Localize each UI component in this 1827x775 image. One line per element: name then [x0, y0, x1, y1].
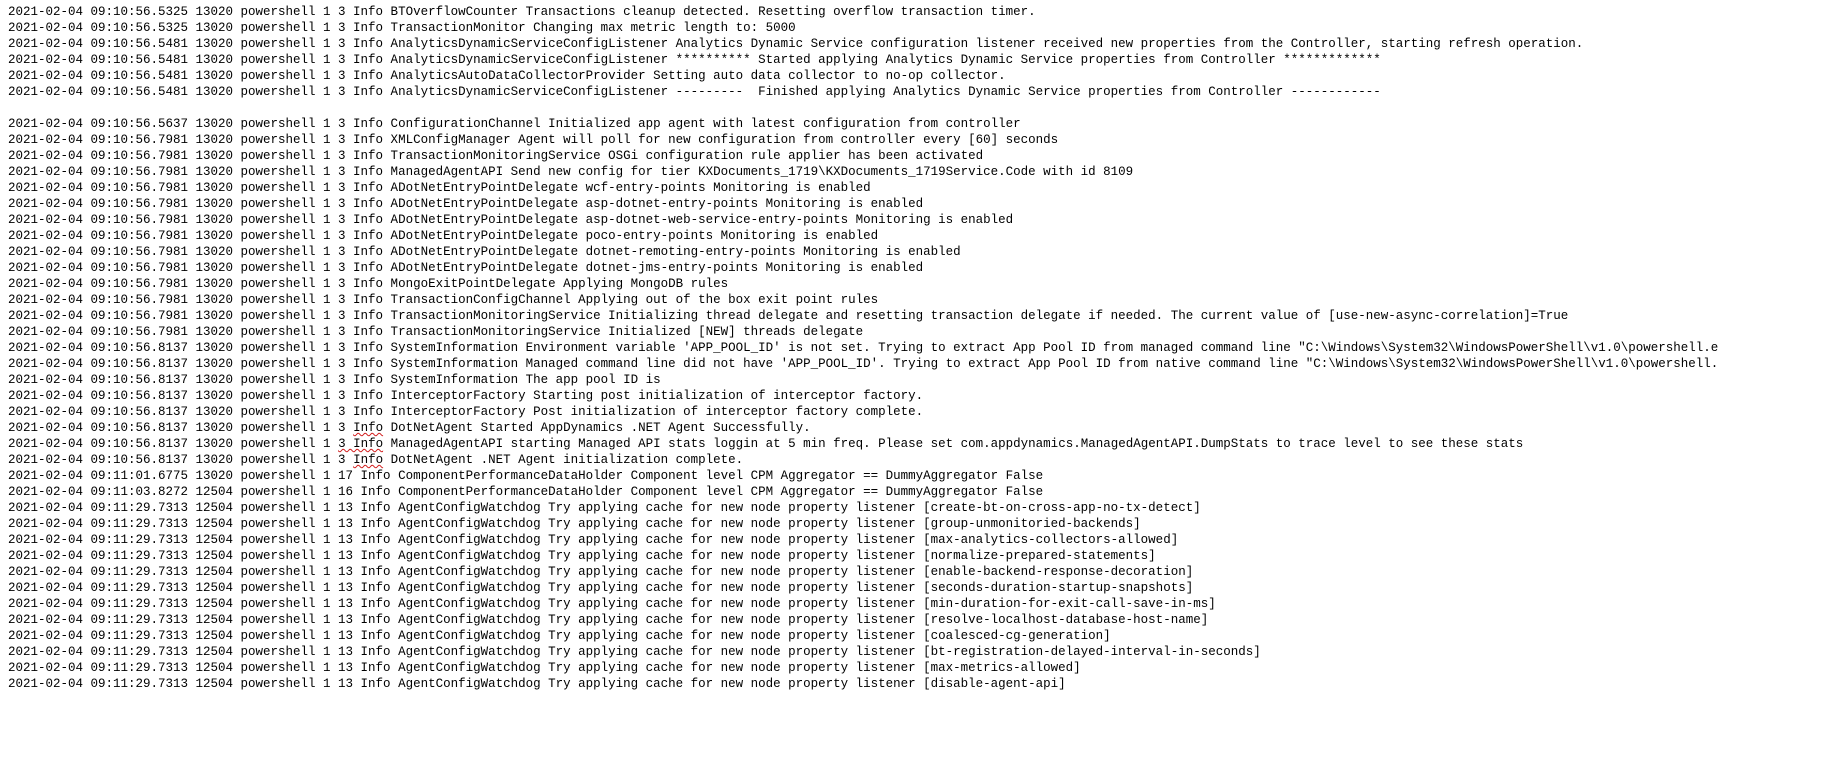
log-line: 2021-02-04 09:10:56.8137 13020 powershel…: [8, 340, 1819, 356]
log-text: 2021-02-04 09:10:56.5481 13020 powershel…: [8, 69, 1006, 83]
log-text: 2021-02-04 09:11:03.8272 12504 powershel…: [8, 485, 1043, 499]
log-text: 2021-02-04 09:10:56.7981 13020 powershel…: [8, 261, 923, 275]
log-text: 2021-02-04 09:11:29.7313 12504 powershel…: [8, 501, 1201, 515]
log-line: 2021-02-04 09:10:56.5637 13020 powershel…: [8, 116, 1819, 132]
log-line: 2021-02-04 09:11:01.6775 13020 powershel…: [8, 468, 1819, 484]
log-line: 2021-02-04 09:10:56.7981 13020 powershel…: [8, 164, 1819, 180]
log-text: 2021-02-04 09:10:56.7981 13020 powershel…: [8, 133, 1058, 147]
log-line: 2021-02-04 09:10:56.8137 13020 powershel…: [8, 372, 1819, 388]
log-text: 2021-02-04 09:11:29.7313 12504 powershel…: [8, 533, 1178, 547]
log-text: ManagedAgentAPI starting Managed API sta…: [383, 437, 1523, 451]
log-line: 2021-02-04 09:10:56.8137 13020 powershel…: [8, 420, 1819, 436]
log-text: 2021-02-04 09:10:56.8137 13020 powershel…: [8, 421, 353, 435]
log-line: 2021-02-04 09:10:56.7981 13020 powershel…: [8, 180, 1819, 196]
log-text: 2021-02-04 09:11:29.7313 12504 powershel…: [8, 549, 1156, 563]
log-line: 2021-02-04 09:11:29.7313 12504 powershel…: [8, 644, 1819, 660]
log-line: 2021-02-04 09:11:29.7313 12504 powershel…: [8, 676, 1819, 692]
log-text: 2021-02-04 09:11:29.7313 12504 powershel…: [8, 581, 1193, 595]
log-line: 2021-02-04 09:11:29.7313 12504 powershel…: [8, 580, 1819, 596]
log-text: 2021-02-04 09:10:56.8137 13020 powershel…: [8, 373, 661, 387]
log-line: 2021-02-04 09:10:56.8137 13020 powershel…: [8, 452, 1819, 468]
log-line: 2021-02-04 09:11:29.7313 12504 powershel…: [8, 564, 1819, 580]
log-line: 2021-02-04 09:10:56.7981 13020 powershel…: [8, 276, 1819, 292]
log-line: 2021-02-04 09:10:56.7981 13020 powershel…: [8, 132, 1819, 148]
log-line: 2021-02-04 09:10:56.7981 13020 powershel…: [8, 196, 1819, 212]
log-text: 2021-02-04 09:11:29.7313 12504 powershel…: [8, 629, 1111, 643]
log-blank-line: [8, 100, 1819, 116]
spellcheck-squiggle: Info: [353, 421, 383, 435]
log-line: 2021-02-04 09:10:56.7981 13020 powershel…: [8, 148, 1819, 164]
log-line: 2021-02-04 09:11:29.7313 12504 powershel…: [8, 548, 1819, 564]
log-text: 2021-02-04 09:10:56.5325 13020 powershel…: [8, 5, 1036, 19]
log-text: 2021-02-04 09:10:56.7981 13020 powershel…: [8, 229, 878, 243]
log-text: 2021-02-04 09:10:56.5325 13020 powershel…: [8, 21, 796, 35]
log-text: 2021-02-04 09:11:29.7313 12504 powershel…: [8, 517, 1141, 531]
log-text: 2021-02-04 09:11:29.7313 12504 powershel…: [8, 597, 1216, 611]
log-line: 2021-02-04 09:10:56.5481 13020 powershel…: [8, 36, 1819, 52]
log-text: 2021-02-04 09:10:56.5637 13020 powershel…: [8, 117, 1021, 131]
log-line: 2021-02-04 09:11:29.7313 12504 powershel…: [8, 612, 1819, 628]
log-text: 2021-02-04 09:10:56.8137 13020 powershel…: [8, 453, 353, 467]
log-text: 2021-02-04 09:10:56.8137 13020 powershel…: [8, 437, 338, 451]
log-text: 2021-02-04 09:11:29.7313 12504 powershel…: [8, 565, 1193, 579]
spellcheck-squiggle: Info: [353, 453, 383, 467]
log-line: 2021-02-04 09:11:29.7313 12504 powershel…: [8, 516, 1819, 532]
log-text: 2021-02-04 09:10:56.7981 13020 powershel…: [8, 197, 923, 211]
log-text: 2021-02-04 09:10:56.7981 13020 powershel…: [8, 245, 961, 259]
log-text: 2021-02-04 09:10:56.5481 13020 powershel…: [8, 37, 1583, 51]
log-line: 2021-02-04 09:10:56.8137 13020 powershel…: [8, 436, 1819, 452]
log-text: 2021-02-04 09:11:01.6775 13020 powershel…: [8, 469, 1043, 483]
log-text: 2021-02-04 09:10:56.7981 13020 powershel…: [8, 277, 728, 291]
log-line: 2021-02-04 09:11:29.7313 12504 powershel…: [8, 500, 1819, 516]
log-text: 2021-02-04 09:10:56.5481 13020 powershel…: [8, 85, 1381, 99]
log-line: 2021-02-04 09:11:29.7313 12504 powershel…: [8, 596, 1819, 612]
log-line: 2021-02-04 09:10:56.5481 13020 powershel…: [8, 52, 1819, 68]
log-line: 2021-02-04 09:10:56.7981 13020 powershel…: [8, 324, 1819, 340]
log-line: 2021-02-04 09:10:56.8137 13020 powershel…: [8, 388, 1819, 404]
log-line: 2021-02-04 09:10:56.7981 13020 powershel…: [8, 212, 1819, 228]
log-line: 2021-02-04 09:10:56.5325 13020 powershel…: [8, 4, 1819, 20]
log-text: 2021-02-04 09:10:56.7981 13020 powershel…: [8, 293, 878, 307]
log-text: DotNetAgent Started AppDynamics .NET Age…: [383, 421, 811, 435]
log-text: 2021-02-04 09:10:56.7981 13020 powershel…: [8, 181, 871, 195]
log-line: 2021-02-04 09:11:29.7313 12504 powershel…: [8, 532, 1819, 548]
log-text: 2021-02-04 09:10:56.7981 13020 powershel…: [8, 213, 1013, 227]
log-line: 2021-02-04 09:10:56.5481 13020 powershel…: [8, 68, 1819, 84]
log-text: 2021-02-04 09:11:29.7313 12504 powershel…: [8, 613, 1208, 627]
log-line: 2021-02-04 09:10:56.7981 13020 powershel…: [8, 308, 1819, 324]
log-line: 2021-02-04 09:10:56.7981 13020 powershel…: [8, 292, 1819, 308]
log-line: 2021-02-04 09:10:56.5481 13020 powershel…: [8, 84, 1819, 100]
log-line: 2021-02-04 09:11:29.7313 12504 powershel…: [8, 660, 1819, 676]
log-text: 2021-02-04 09:10:56.8137 13020 powershel…: [8, 405, 923, 419]
log-text: 2021-02-04 09:10:56.7981 13020 powershel…: [8, 309, 1568, 323]
log-line: 2021-02-04 09:10:56.7981 13020 powershel…: [8, 244, 1819, 260]
log-line: 2021-02-04 09:10:56.5325 13020 powershel…: [8, 20, 1819, 36]
log-line: 2021-02-04 09:10:56.8137 13020 powershel…: [8, 404, 1819, 420]
log-line: 2021-02-04 09:10:56.7981 13020 powershel…: [8, 228, 1819, 244]
log-text: 2021-02-04 09:10:56.8137 13020 powershel…: [8, 357, 1718, 371]
log-text: 2021-02-04 09:10:56.8137 13020 powershel…: [8, 341, 1718, 355]
log-text: 2021-02-04 09:10:56.7981 13020 powershel…: [8, 149, 983, 163]
log-text: 2021-02-04 09:10:56.5481 13020 powershel…: [8, 53, 1381, 67]
log-line: 2021-02-04 09:11:29.7313 12504 powershel…: [8, 628, 1819, 644]
log-text: 2021-02-04 09:10:56.7981 13020 powershel…: [8, 325, 863, 339]
log-text: 2021-02-04 09:11:29.7313 12504 powershel…: [8, 677, 1066, 691]
log-text: 2021-02-04 09:11:29.7313 12504 powershel…: [8, 645, 1261, 659]
spellcheck-squiggle: 3 Info: [338, 437, 383, 451]
log-text: 2021-02-04 09:11:29.7313 12504 powershel…: [8, 661, 1081, 675]
log-line: 2021-02-04 09:10:56.7981 13020 powershel…: [8, 260, 1819, 276]
log-output: 2021-02-04 09:10:56.5325 13020 powershel…: [8, 4, 1819, 692]
log-line: 2021-02-04 09:10:56.8137 13020 powershel…: [8, 356, 1819, 372]
log-line: 2021-02-04 09:11:03.8272 12504 powershel…: [8, 484, 1819, 500]
log-text: 2021-02-04 09:10:56.8137 13020 powershel…: [8, 389, 923, 403]
log-text: 2021-02-04 09:10:56.7981 13020 powershel…: [8, 165, 1133, 179]
log-text: DotNetAgent .NET Agent initialization co…: [383, 453, 743, 467]
